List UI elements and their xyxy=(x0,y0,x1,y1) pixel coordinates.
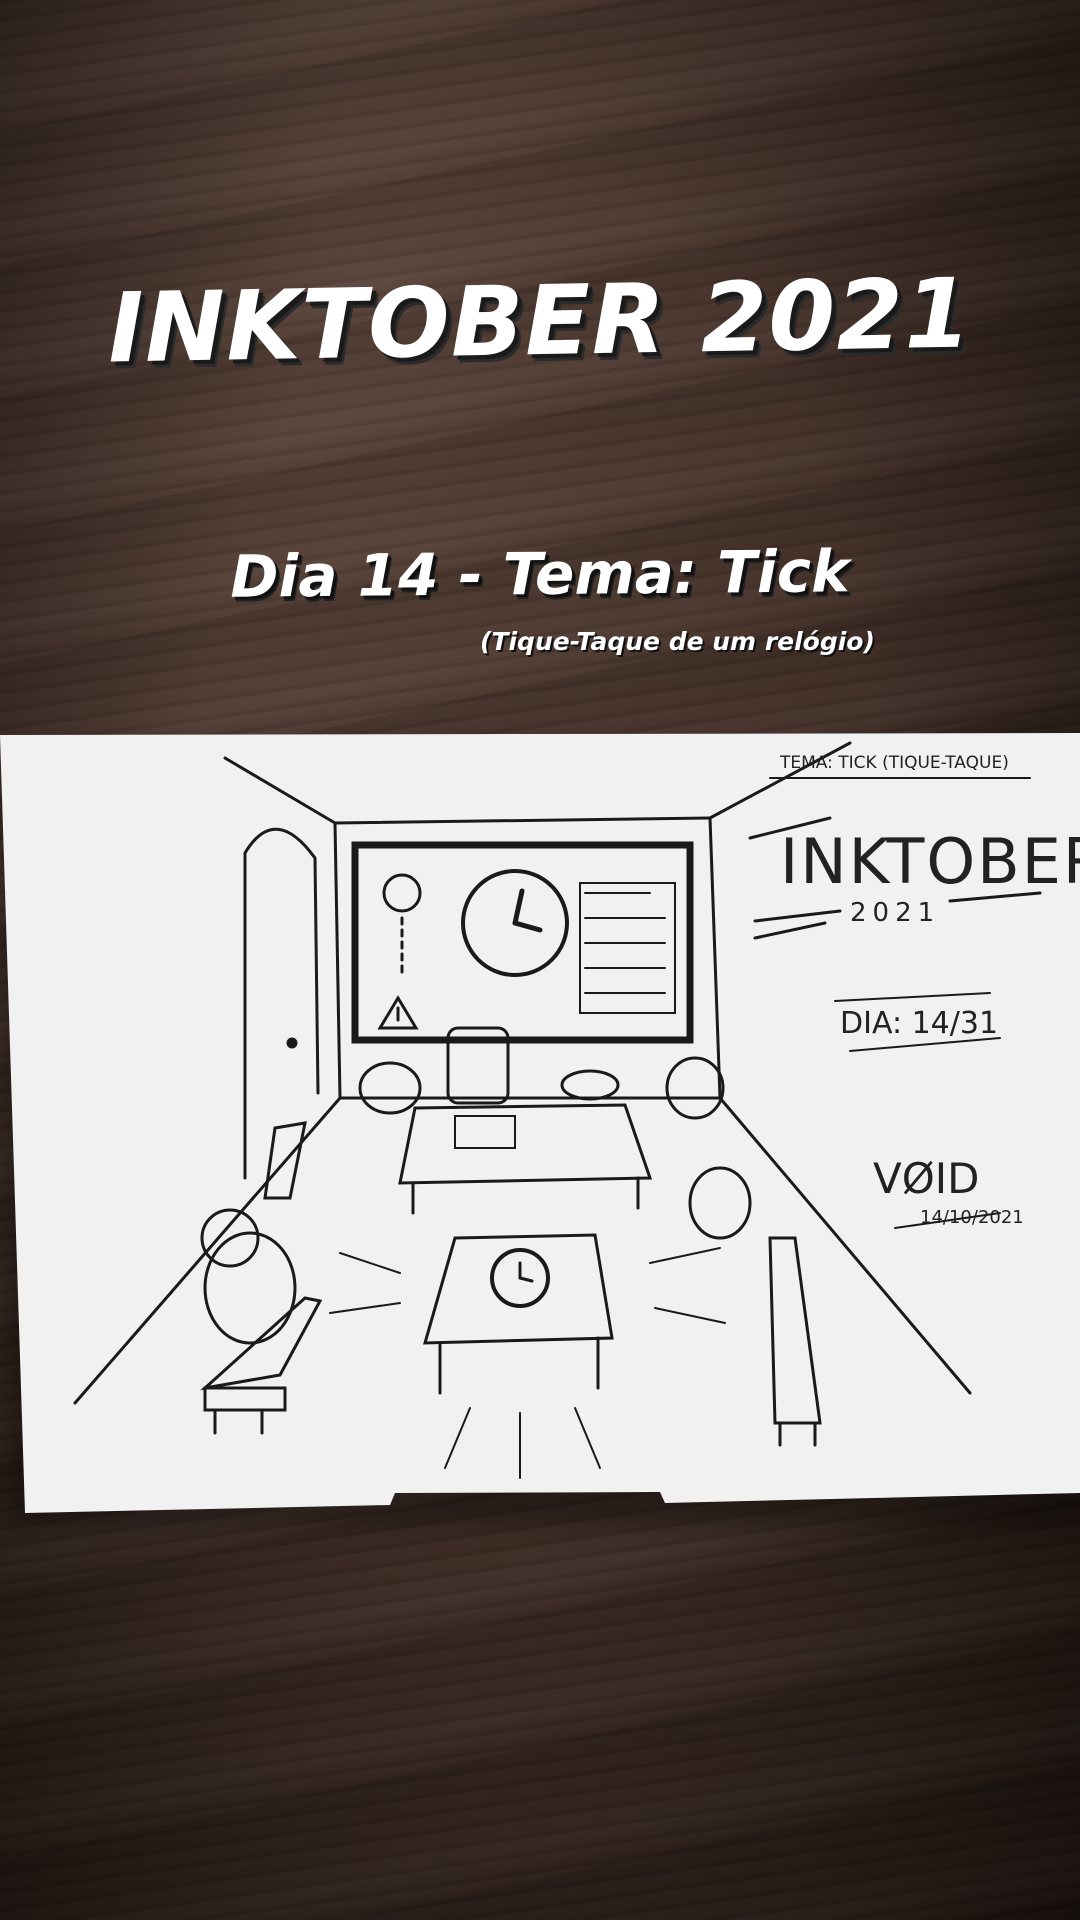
wall-edge-left xyxy=(333,821,342,1100)
wall-edge-right xyxy=(708,816,722,1100)
caption-overlay: (Tique-Taque de um relógio) xyxy=(480,627,875,656)
title-overlay: INKTOBER 2021 xyxy=(107,257,973,385)
ceiling-line-left xyxy=(223,756,337,825)
creature-small xyxy=(560,1069,620,1101)
signature: VØID xyxy=(873,1154,980,1203)
back-table xyxy=(398,1103,653,1185)
ceiling-line-back xyxy=(333,816,712,825)
theme-label: TEMA: TICK (TIQUE-TAQUE) xyxy=(779,753,1009,773)
date-label: 14/10/2021 xyxy=(920,1207,1024,1228)
floor-line-right xyxy=(718,1096,972,1395)
left-bench xyxy=(200,1296,323,1391)
subtitle-overlay: Dia 14 - Tema: Tick xyxy=(230,537,850,611)
year-label: 2021 xyxy=(850,898,940,928)
creature-left xyxy=(358,1061,422,1115)
day-label: DIA: 14/31 xyxy=(840,1006,998,1041)
right-bench xyxy=(768,1236,822,1425)
brand-label: INKTOBER xyxy=(780,825,1080,898)
creature-back xyxy=(688,1166,752,1240)
ink-drawing: TEMA: TICK (TIQUE-TAQUE) INKTOBER 2021 D… xyxy=(73,741,1080,1479)
creature-right xyxy=(665,1056,725,1120)
dog-character xyxy=(203,1231,297,1345)
